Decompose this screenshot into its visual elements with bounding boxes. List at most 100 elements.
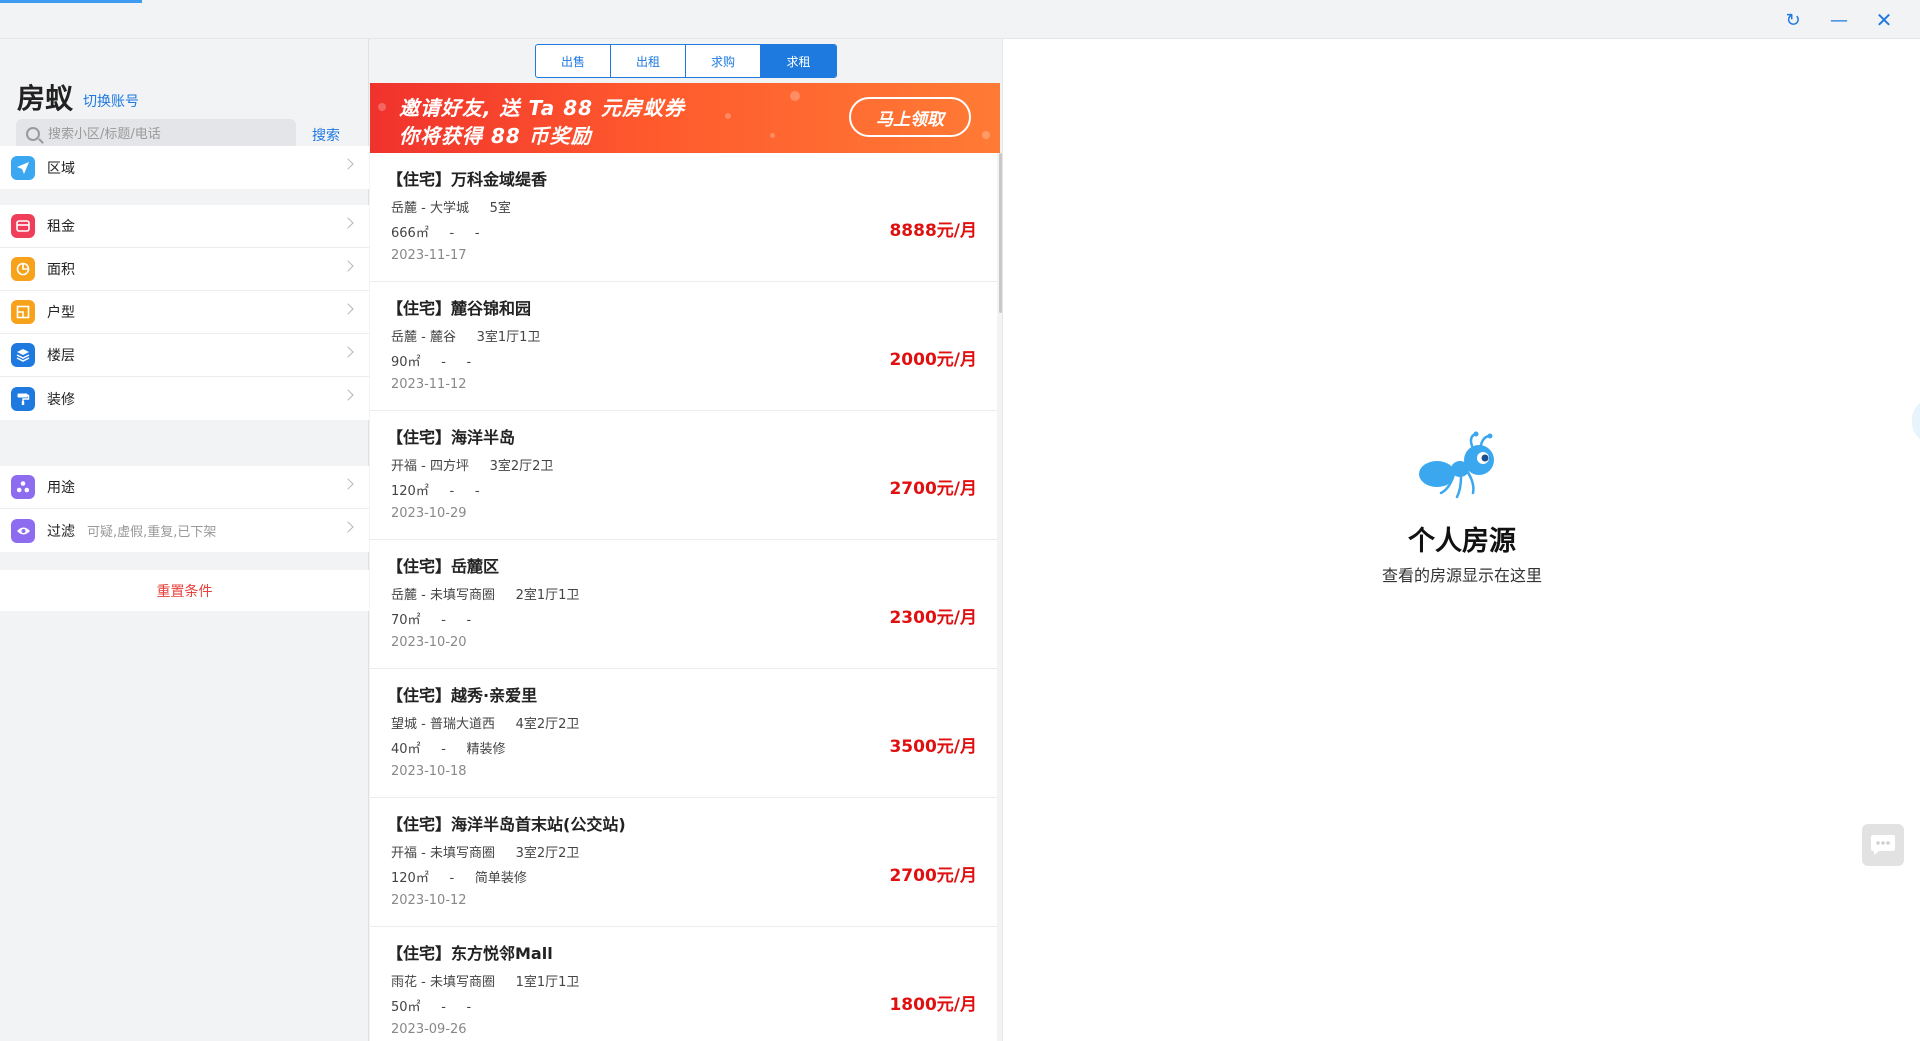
paint-roller-icon — [11, 386, 35, 411]
side-edge-tab[interactable] — [1912, 399, 1920, 443]
search-input[interactable] — [48, 126, 278, 142]
listing-card[interactable]: 【住宅】越秀·亲爱里 望城 - 普瑞大道西 4室2厅2卫 40㎡ - 精装修 2… — [370, 669, 997, 798]
chevron-right-icon — [342, 217, 354, 229]
filter-group-region: 区域 — [0, 146, 369, 189]
listing-price: 2300元/月 — [889, 608, 977, 628]
listing-size: 120㎡ - 简单装修 — [391, 871, 527, 886]
tab-sale[interactable]: 出售 — [536, 45, 611, 77]
wallet-icon — [11, 214, 35, 238]
usage-icon — [11, 475, 35, 499]
listing-size: 70㎡ - - — [391, 613, 472, 628]
listing-card[interactable]: 【住宅】东方悦邻Mall 雨花 - 未填写商圈 1室1厅1卫 50㎡ - - 2… — [370, 927, 997, 1041]
filter-label: 户型 — [47, 305, 75, 321]
listing-card[interactable]: 【住宅】岳麓区 岳麓 - 未填写商圈 2室1厅1卫 70㎡ - - 2023-1… — [370, 540, 997, 669]
banner-headline: 邀请好友, 送 Ta 88 元房蚁券 — [399, 96, 686, 120]
search-icon — [26, 127, 40, 141]
filter-label: 过滤 — [47, 523, 75, 540]
listing-size: 120㎡ - - — [391, 484, 480, 499]
chevron-right-icon — [342, 389, 354, 401]
banner-dot — [790, 91, 800, 101]
listing-title: 【住宅】海洋半岛首末站(公交站) — [387, 815, 626, 834]
listing-location: 开福 - 四方坪 3室2厅2卫 — [391, 459, 554, 474]
detail-panel: 个人房源 查看的房源显示在这里 — [1002, 39, 1920, 1041]
filter-group-extra: 用途 过滤 可疑,虚假,重复,已下架 — [0, 466, 369, 552]
reset-button[interactable]: 重置条件 — [157, 581, 213, 601]
refresh-icon[interactable]: ↻ — [1783, 10, 1803, 31]
listing-location: 开福 - 未填写商圈 3室2厅2卫 — [391, 846, 580, 861]
empty-state-subtitle: 查看的房源显示在这里 — [1381, 566, 1542, 585]
title-bar: ↻ — ✕ — [0, 0, 1920, 39]
listing-card[interactable]: 【住宅】万科金域缇香 岳麓 - 大学城 5室 666㎡ - - 2023-11-… — [370, 153, 997, 282]
tab-rent-out[interactable]: 出租 — [611, 45, 686, 77]
banner-subline: 你将获得 88 币奖励 — [399, 124, 592, 148]
listing-location: 岳麓 - 大学城 5室 — [391, 201, 511, 216]
filter-label: 面积 — [47, 262, 75, 278]
listing-date: 2023-10-18 — [391, 764, 467, 779]
listing-price: 2700元/月 — [889, 479, 977, 499]
switch-account-link[interactable]: 切换账号 — [83, 91, 139, 111]
filter-label: 用途 — [47, 480, 75, 496]
layers-icon — [11, 343, 35, 367]
tab-want-rent[interactable]: 求租 — [761, 45, 836, 77]
listing-price: 2000元/月 — [889, 350, 977, 370]
chevron-right-icon — [342, 521, 354, 533]
listing-date: 2023-11-12 — [391, 377, 467, 392]
filter-item-region[interactable]: 区域 — [0, 146, 369, 189]
filter-hint: 可疑,虚假,重复,已下架 — [87, 525, 217, 540]
listing-price: 2700元/月 — [889, 866, 977, 886]
app-brand: 房蚁 — [17, 82, 74, 115]
filter-item-floor[interactable]: 楼层 — [0, 334, 369, 377]
listing-date: 2023-11-17 — [391, 248, 467, 263]
pie-icon — [11, 257, 35, 281]
listing-title: 【住宅】麓谷锦和园 — [387, 299, 532, 318]
listing-location: 望城 - 普瑞大道西 4室2厅2卫 — [391, 717, 580, 732]
listing-size: 40㎡ - 精装修 — [391, 742, 506, 757]
chevron-right-icon — [342, 158, 354, 170]
ant-logo — [1419, 431, 1494, 499]
listing-price: 1800元/月 — [889, 995, 977, 1015]
listing-panel: 出售 出租 求购 求租 邀请好友, 送 Ta 88 元房蚁券 你将获得 88 币… — [370, 39, 1002, 1041]
listing-card[interactable]: 【住宅】海洋半岛 开福 - 四方坪 3室2厅2卫 120㎡ - - 2023-1… — [370, 411, 997, 540]
listing-card[interactable]: 【住宅】海洋半岛首末站(公交站) 开福 - 未填写商圈 3室2厅2卫 120㎡ … — [370, 798, 997, 927]
listing-title: 【住宅】海洋半岛 — [387, 428, 516, 447]
filter-item-decoration[interactable]: 装修 — [0, 377, 369, 420]
listing-location: 岳麓 - 麓谷 3室1厅1卫 — [391, 330, 541, 345]
listing-card[interactable]: 【住宅】麓谷锦和园 岳麓 - 麓谷 3室1厅1卫 90㎡ - - 2023-11… — [370, 282, 997, 411]
chat-bubble-icon[interactable] — [1862, 824, 1904, 866]
empty-state-title: 个人房源 — [1408, 526, 1516, 557]
filter-item-rent[interactable]: 租金 — [0, 205, 369, 248]
listing-title: 【住宅】东方悦邻Mall — [387, 944, 553, 963]
filter-item-area[interactable]: 面积 — [0, 248, 369, 291]
filter-group-basic: 租金 面积 户型 楼层 装修 — [0, 205, 369, 420]
filter-item-usage[interactable]: 用途 — [0, 466, 369, 509]
listing-size: 50㎡ - - — [391, 1000, 472, 1015]
minimize-icon[interactable]: — — [1829, 10, 1849, 31]
reset-row: 重置条件 — [0, 570, 369, 611]
chevron-right-icon — [342, 346, 354, 358]
chevron-right-icon — [342, 303, 354, 315]
sidebar: 房蚁 切换账号 搜索 区域 租金 — [0, 39, 369, 1041]
filter-item-exclude[interactable]: 过滤 可疑,虚假,重复,已下架 — [0, 509, 369, 552]
filter-label: 区域 — [47, 160, 75, 177]
app-window: ↻ — ✕ 房蚁 切换账号 搜索 区域 租金 — [0, 0, 1920, 1041]
location-arrow-icon — [11, 155, 35, 180]
search-button[interactable]: 搜索 — [312, 125, 340, 145]
listing-title: 【住宅】岳麓区 — [387, 557, 500, 576]
search-box — [16, 119, 296, 149]
listing-price: 8888元/月 — [889, 221, 977, 241]
invite-banner[interactable]: 邀请好友, 送 Ta 88 元房蚁券 你将获得 88 币奖励 马上领取 — [370, 83, 1000, 153]
filter-label: 楼层 — [47, 348, 75, 364]
filter-label: 装修 — [47, 391, 75, 408]
banner-claim-button[interactable]: 马上领取 — [849, 97, 971, 137]
listing-date: 2023-10-29 — [391, 506, 467, 521]
filter-item-layout[interactable]: 户型 — [0, 291, 369, 334]
listing-size: 90㎡ - - — [391, 355, 472, 370]
banner-dot — [982, 131, 990, 139]
listing-date: 2023-09-26 — [391, 1022, 467, 1037]
close-icon[interactable]: ✕ — [1874, 8, 1894, 32]
listing-title: 【住宅】万科金域缇香 — [387, 170, 548, 189]
floorplan-icon — [11, 300, 35, 324]
listing-list: 【住宅】万科金域缇香 岳麓 - 大学城 5室 666㎡ - - 2023-11-… — [370, 153, 1000, 1041]
tab-want-buy[interactable]: 求购 — [686, 45, 761, 77]
eye-icon — [11, 518, 35, 543]
